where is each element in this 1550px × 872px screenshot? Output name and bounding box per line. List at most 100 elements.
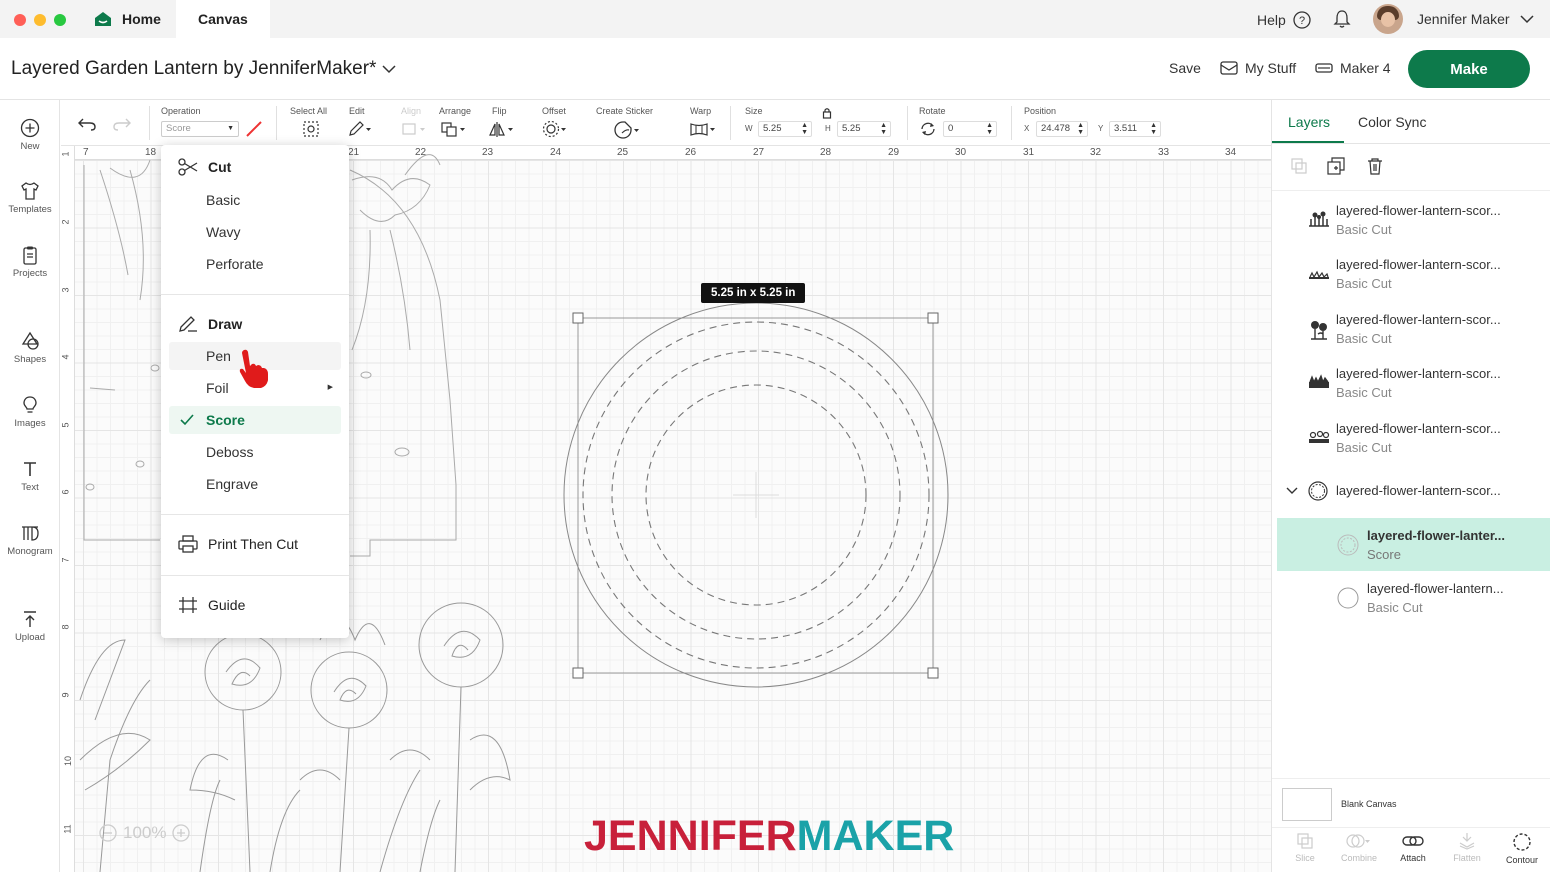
make-button[interactable]: Make — [1408, 50, 1530, 88]
layer-name: layered-flower-lantern-scor... — [1336, 312, 1501, 327]
offset-icon[interactable] — [542, 120, 568, 138]
redo-icon[interactable] — [112, 116, 132, 132]
edit-pencil-icon[interactable] — [347, 120, 373, 138]
duplicate-icon[interactable] — [1327, 157, 1345, 175]
toolbar-divider — [907, 106, 908, 140]
operation-select[interactable]: Score ▼ — [161, 121, 239, 137]
x-position-input[interactable]: 24.478 ▲ ▼ — [1036, 121, 1088, 137]
stepper-icon[interactable]: ▲ ▼ — [986, 122, 993, 136]
lock-icon[interactable] — [822, 107, 832, 119]
trash-icon[interactable] — [1366, 157, 1384, 175]
menu-item-score[interactable]: Score — [169, 406, 341, 434]
menu-item-basic[interactable]: Basic — [169, 186, 341, 214]
machine-icon — [1315, 63, 1333, 73]
flatten-button[interactable]: Flatten — [1442, 832, 1492, 863]
project-title: Layered Garden Lantern by JenniferMaker* — [11, 58, 377, 79]
menu-item-deboss[interactable]: Deboss — [169, 438, 341, 466]
blank-canvas-swatch[interactable] — [1282, 788, 1332, 821]
home-icon — [95, 12, 111, 26]
arrange-icon[interactable] — [441, 120, 467, 138]
monogram-icon — [22, 526, 39, 541]
tab-color-sync[interactable]: Color Sync — [1358, 114, 1426, 130]
layer-row-selected[interactable]: layered-flower-lanter... Score — [1277, 518, 1550, 571]
layer-type: Basic Cut — [1336, 385, 1392, 400]
layer-row[interactable]: layered-flower-lantern-scor... Basic Cut — [1272, 356, 1550, 410]
tab-layers[interactable]: Layers — [1288, 114, 1330, 130]
height-label: H — [825, 124, 831, 133]
height-input[interactable]: 5.25 ▲ ▼ — [837, 121, 891, 137]
contour-button[interactable]: Contour — [1497, 832, 1547, 865]
color-swatch-none-icon[interactable] — [245, 120, 263, 138]
tab-canvas[interactable]: Canvas — [176, 0, 270, 38]
slice-button[interactable]: Slice — [1280, 832, 1330, 863]
menu-item-foil-label: Foil — [206, 380, 229, 396]
layer-row[interactable]: layered-flower-lantern-scor... Basic Cut — [1272, 193, 1550, 247]
rotate-input[interactable]: 0 ▲ ▼ — [943, 121, 997, 137]
shapes-icon — [21, 331, 39, 350]
menu-item-engrave[interactable]: Engrave — [169, 470, 341, 498]
my-stuff-button[interactable]: My Stuff — [1220, 60, 1296, 76]
layer-name: layered-flower-lantern... — [1367, 581, 1504, 596]
layer-type: Basic Cut — [1336, 440, 1392, 455]
layer-row[interactable]: layered-flower-lantern-scor... Basic Cut — [1272, 247, 1550, 301]
layer-group-name: layered-flower-lantern-scor... — [1336, 483, 1501, 498]
zoom-in-icon[interactable] — [172, 824, 191, 842]
tab-home[interactable]: Home — [88, 0, 175, 38]
sidebar-item-upload[interactable]: Upload — [0, 609, 60, 643]
menu-item-guide[interactable]: Guide — [178, 596, 245, 614]
zoom-control[interactable]: 100% — [99, 823, 191, 843]
undo-icon[interactable] — [77, 116, 97, 132]
select-all-icon[interactable] — [302, 120, 320, 138]
chevron-down-icon[interactable] — [1286, 487, 1298, 495]
flip-icon[interactable] — [489, 120, 515, 138]
hand-pointer-cursor-icon — [239, 349, 268, 388]
stepper-icon[interactable]: ▲ ▼ — [1150, 122, 1157, 136]
sidebar-item-templates[interactable]: Templates — [0, 181, 60, 215]
flip-label: Flip — [492, 106, 507, 116]
menu-heading-draw: Draw — [208, 316, 243, 332]
help-label: Help — [1257, 12, 1286, 28]
machine-button[interactable]: Maker 4 — [1315, 60, 1391, 76]
sidebar-item-projects[interactable]: Projects — [0, 245, 60, 279]
operation-dropdown-menu: Cut Basic Wavy Perforate Draw Pen Foil ▶… — [161, 145, 349, 638]
warp-icon[interactable] — [689, 120, 717, 138]
help-icon: ? — [1293, 11, 1311, 29]
submenu-arrow-icon: ▶ — [327, 384, 333, 391]
stepper-icon[interactable]: ▲ ▼ — [1077, 122, 1084, 136]
watermark-part1: JENNIFER — [584, 812, 797, 860]
align-icon — [402, 123, 425, 135]
machine-label: Maker 4 — [1340, 60, 1391, 76]
sidebar-item-text[interactable]: Text — [0, 459, 60, 493]
chevron-down-icon — [1520, 14, 1534, 23]
grass-thumb-icon — [1309, 270, 1329, 279]
attach-button[interactable]: Attach — [1388, 832, 1438, 863]
width-input[interactable]: 5.25 ▲ ▼ — [758, 121, 812, 137]
minimize-window-button[interactable] — [34, 14, 46, 26]
circle-thumb-icon — [1337, 587, 1359, 609]
help-button[interactable]: Help ? — [1257, 11, 1311, 29]
bell-icon[interactable] — [1333, 9, 1351, 29]
layer-group-row[interactable]: layered-flower-lantern-scor... — [1272, 473, 1550, 509]
sidebar-item-monogram[interactable]: Monogram — [0, 523, 60, 557]
sidebar-item-images[interactable]: Images — [0, 395, 60, 429]
sidebar-item-new[interactable]: New — [0, 118, 60, 152]
layer-row[interactable]: layered-flower-lantern-scor... Basic Cut — [1272, 302, 1550, 356]
stepper-icon[interactable]: ▲ ▼ — [880, 122, 887, 136]
project-title-dropdown[interactable]: Layered Garden Lantern by JenniferMaker* — [11, 58, 396, 80]
combine-button[interactable]: Combine — [1334, 832, 1384, 863]
menu-item-perforate[interactable]: Perforate — [169, 250, 341, 278]
layer-row[interactable]: layered-flower-lantern... Basic Cut — [1272, 571, 1550, 625]
maximize-window-button[interactable] — [54, 14, 66, 26]
y-position-input[interactable]: 3.511 ▲ ▼ — [1109, 121, 1161, 137]
menu-item-wavy[interactable]: Wavy — [169, 218, 341, 246]
sticker-icon[interactable] — [613, 120, 641, 140]
stepper-icon[interactable]: ▲ ▼ — [801, 122, 808, 136]
close-window-button[interactable] — [14, 14, 26, 26]
zoom-out-icon[interactable] — [99, 824, 117, 842]
save-button[interactable]: Save — [1169, 60, 1201, 76]
menu-item-print-then-cut[interactable]: Print Then Cut — [178, 535, 298, 553]
sidebar-item-shapes[interactable]: Shapes — [0, 331, 60, 365]
avatar[interactable] — [1373, 4, 1403, 34]
user-menu[interactable]: Jennifer Maker — [1417, 11, 1534, 27]
layer-row[interactable]: layered-flower-lantern-scor... Basic Cut — [1272, 411, 1550, 465]
